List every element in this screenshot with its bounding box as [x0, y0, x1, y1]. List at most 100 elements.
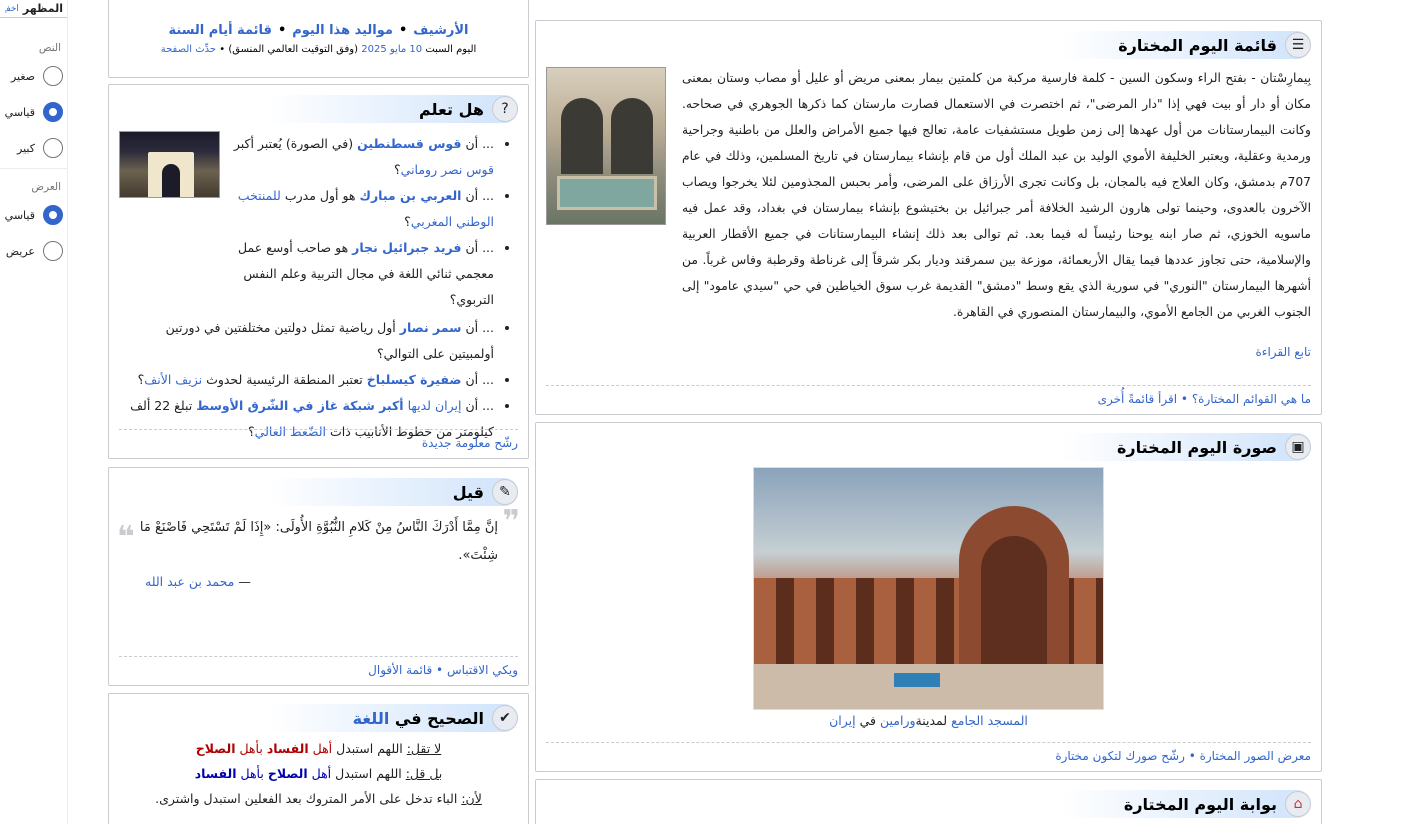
featured-list-title: قائمة اليوم المختارة	[1118, 35, 1277, 55]
document-list-icon: ☰	[1285, 32, 1311, 58]
read-another-list-link[interactable]: اقرأ قائمةً أُخرى	[1098, 392, 1178, 406]
language-line-dont: لا تقل: اللهم استبدل أهل الفساد بأهل الص…	[195, 741, 442, 756]
quote-header: ✎ قيل	[119, 478, 518, 506]
did-you-know-box: ? هل تعلم ... أن قوس قسطنطين (في الصورة)…	[108, 84, 529, 459]
radio-width-standard[interactable]	[43, 205, 63, 225]
featured-list-box: ☰ قائمة اليوم المختارة بِيمارِسْتان - بف…	[535, 20, 1322, 415]
open-quote-icon: ❞	[502, 504, 520, 539]
width-wide-option[interactable]: عريض	[0, 233, 67, 269]
date-line: اليوم السبت 10 مايو 2025 (وفق التوقيت ال…	[160, 44, 477, 55]
dyk-list: ... أن قوس قسطنطين (في الصورة) يُعتبر أك…	[225, 131, 518, 313]
width-standard-option[interactable]: قياسي	[0, 197, 67, 233]
read-more-link[interactable]: تابع القراءة	[1256, 345, 1311, 359]
picture-gallery-link[interactable]: معرض الصور المختارة	[1200, 749, 1311, 763]
language-box: ✔ الصحيح في اللغة لا تقل: اللهم استبدل أ…	[108, 693, 529, 824]
radio-width-wide[interactable]	[43, 241, 63, 261]
dyk-bold-link[interactable]: العربي بن مبارك	[359, 188, 461, 203]
featured-picture-box: ▣ صورة اليوم المختارة المسجد الجامع لمدي…	[535, 422, 1322, 772]
question-mark-icon: ?	[492, 96, 518, 122]
refresh-link[interactable]: حدِّث الصفحة	[161, 44, 216, 55]
text-size-large-option[interactable]: كبير	[0, 130, 67, 166]
author-dash: —	[238, 574, 251, 589]
language-line-reason: لأن: الباء تدخل على الأمر المتروك بعد ال…	[155, 791, 482, 806]
list-item: ... أن سمر نصار أول رياضية تمثل دولتين م…	[119, 315, 494, 367]
quote-text-block: ❞ إنَّ مِمَّا أَدْرَكَ النَّاسُ مِنْ كَل…	[109, 506, 528, 570]
dyk-bold-link[interactable]: أكبر شبكة غاز في الشّرق الأوسط	[196, 398, 403, 413]
featured-picture-header: ▣ صورة اليوم المختارة	[546, 433, 1311, 461]
dyk-link[interactable]: نزيف الأنف	[144, 372, 202, 387]
quote-title: قيل	[452, 482, 484, 502]
sidebar-header: المظهر أخفِ	[0, 0, 67, 18]
read-more-row: تابع القراءة	[546, 339, 1311, 365]
sidebar-title: المظهر	[22, 2, 63, 15]
option-label: صغير	[10, 69, 35, 83]
dyk-bold-link[interactable]: فريد جبرائيل نجار	[352, 240, 461, 255]
text-size-section-label: النص	[38, 42, 61, 54]
radio-standard[interactable]	[43, 102, 63, 122]
what-are-lists-link[interactable]: ما هي القوائم المختارة؟	[1192, 392, 1311, 406]
caption-link-mosque[interactable]: المسجد الجامع	[951, 713, 1028, 728]
option-label: عريض	[5, 244, 35, 258]
featured-portal-header: ⌂ بوابة اليوم المختارة	[546, 790, 1311, 818]
featured-portal-box: ⌂ بوابة اليوم المختارة	[535, 779, 1322, 824]
dyk-list-continued: ... أن سمر نصار أول رياضية تمثل دولتين م…	[119, 315, 518, 445]
date-text: اليوم السبت	[425, 44, 477, 55]
dyk-footer: رشّح معلومة جديدة	[119, 429, 518, 450]
featured-list-footer: ما هي القوائم المختارة؟ • اقرأ قائمةً أُ…	[546, 385, 1311, 406]
quote-text: إنَّ مِمَّا أَدْرَكَ النَّاسُ مِنْ كَلام…	[139, 520, 498, 563]
sidebar-hide-button[interactable]: أخفِ	[5, 4, 19, 14]
featured-list-text: بِيمارِسْتان - بفتح الراء وسكون السين - …	[682, 71, 1311, 319]
dyk-bold-link[interactable]: قوس قسطنطين	[357, 136, 461, 151]
archive-links: الأرشيف•مواليد هذا اليوم•قائمة أيام السن…	[168, 23, 469, 38]
caption-link-country[interactable]: إيران	[829, 713, 856, 728]
varamin-mosque-image[interactable]	[753, 467, 1104, 710]
appearance-sidebar: المظهر أخفِ النص صغير قياسي كبير العرض ق…	[0, 0, 68, 824]
list-item: ... أن قوس قسطنطين (في الصورة) يُعتبر أك…	[225, 131, 494, 183]
option-label: قياسي	[4, 105, 35, 119]
option-label: كبير	[17, 141, 35, 155]
scroll-icon: ✎	[492, 479, 518, 505]
quote-author: — محمد بن عبد الله	[145, 570, 528, 589]
quote-author-link[interactable]: محمد بن عبد الله	[145, 574, 234, 589]
utc-note: (وفق التوقيت العالمي المنسق)	[228, 44, 359, 55]
featured-list-header: ☰ قائمة اليوم المختارة	[546, 31, 1311, 59]
close-quote-icon: ❝	[117, 520, 135, 555]
births-today-link[interactable]: مواليد هذا اليوم	[292, 23, 393, 38]
radio-small[interactable]	[43, 66, 63, 86]
house-icon: ⌂	[1285, 791, 1311, 817]
language-line-do: بل قل: اللهم استبدل أهل الصلاح بأهل الفس…	[194, 766, 443, 781]
option-label: قياسي	[4, 208, 35, 222]
monitor-picture-icon: ▣	[1285, 434, 1311, 460]
dyk-bold-link[interactable]: ضفيرة كيسلباخ	[367, 372, 462, 387]
dyk-link[interactable]: قوس نصر روماني	[401, 162, 494, 177]
days-list-link[interactable]: قائمة أيام السنة	[169, 23, 272, 38]
date-link[interactable]: 10 مايو 2025	[361, 44, 422, 55]
language-title: الصحيح في اللغة	[352, 708, 484, 728]
wikiquote-link[interactable]: ويكي الاقتباس	[447, 663, 518, 677]
featured-picture-footer: معرض الصور المختارة • رشّح صورك لتكون مخ…	[546, 742, 1311, 763]
did-you-know-title: هل تعلم	[418, 99, 484, 119]
archive-link[interactable]: الأرشيف	[413, 23, 468, 38]
featured-picture-title: صورة اليوم المختارة	[1116, 437, 1277, 457]
featured-portal-title: بوابة اليوم المختارة	[1123, 794, 1277, 814]
language-title-link[interactable]: اللغة	[353, 709, 390, 728]
radio-large[interactable]	[43, 138, 63, 158]
text-size-standard-option[interactable]: قياسي	[0, 94, 67, 130]
caption-link-city[interactable]: ورامين	[880, 713, 916, 728]
bimaristan-image[interactable]	[546, 67, 666, 225]
picture-caption: المسجد الجامع لمدينةورامين في إيران	[829, 713, 1028, 728]
quote-box: ✎ قيل ❞ إنَّ مِمَّا أَدْرَكَ النَّاسُ مِ…	[108, 467, 529, 686]
suggest-fact-link[interactable]: رشّح معلومة جديدة	[422, 436, 518, 450]
arch-of-constantine-image[interactable]	[119, 131, 220, 198]
dyk-link[interactable]: إيران لديها	[408, 398, 462, 413]
did-you-know-header: ? هل تعلم	[119, 95, 518, 123]
list-item: ... أن العربي بن مبارك هو أول مدرب للمنت…	[225, 183, 494, 235]
list-item: ... أن فريد جبرائيل نجار هو صاحب أوسع عم…	[225, 235, 494, 313]
divider	[0, 168, 67, 169]
nominate-picture-link[interactable]: رشّح صورك لتكون مختارة	[1055, 749, 1185, 763]
quotes-list-link[interactable]: قائمة الأقوال	[368, 663, 432, 677]
checklist-icon: ✔	[492, 705, 518, 731]
quote-footer: ويكي الاقتباس • قائمة الأقوال	[119, 656, 518, 677]
dyk-bold-link[interactable]: سمر نصار	[400, 320, 462, 335]
text-size-small-option[interactable]: صغير	[0, 58, 67, 94]
